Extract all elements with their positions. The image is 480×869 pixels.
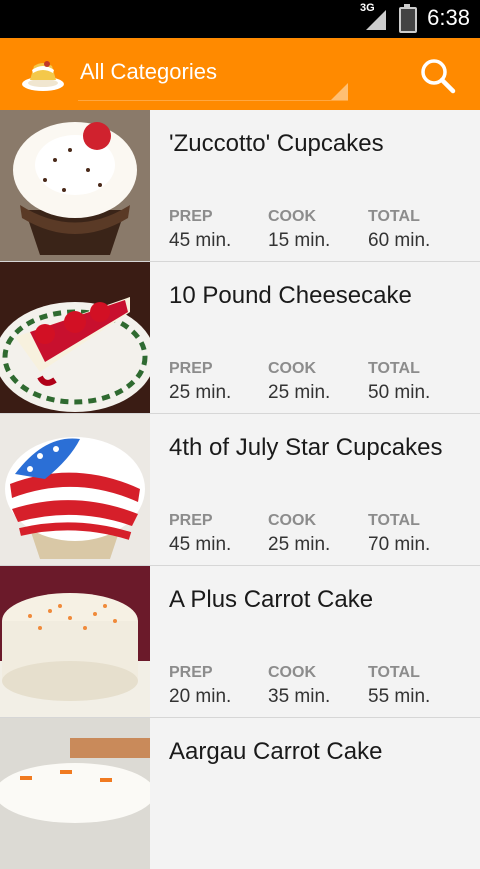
recipe-name: 10 Pound Cheesecake <box>169 282 412 309</box>
recipe-name: A Plus Carrot Cake <box>169 586 374 613</box>
recipe-thumbnail <box>0 262 150 413</box>
status-bar: 3G 6:38 <box>0 0 480 38</box>
cake-logo-icon[interactable] <box>20 54 66 94</box>
total-time: TOTAL 55 min. <box>368 664 431 707</box>
spinner-arrow-icon[interactable] <box>331 83 348 100</box>
prep-time: PREP 25 min. <box>169 360 232 403</box>
recipe-row[interactable]: Aargau Carrot Cake <box>0 718 480 869</box>
cook-time: COOK 25 min. <box>268 360 331 403</box>
recipe-row[interactable]: 4th of July Star Cupcakes PREP 45 min. CO… <box>0 414 480 566</box>
cook-time: COOK 35 min. <box>268 664 331 707</box>
cook-time: COOK 25 min. <box>268 512 331 555</box>
total-time: TOTAL 50 min. <box>368 360 431 403</box>
status-time: 6:38 <box>427 5 470 30</box>
recipe-thumbnail <box>0 110 150 261</box>
signal-icon: 3G <box>360 2 390 32</box>
total-time: TOTAL 60 min. <box>368 208 431 251</box>
recipe-name: 'Zuccotto' Cupcakes <box>169 130 384 157</box>
network-type: 3G <box>360 2 375 14</box>
category-spinner[interactable]: All Categories <box>80 59 217 85</box>
recipe-thumbnail <box>0 718 150 869</box>
battery-icon <box>399 4 417 33</box>
total-time: TOTAL 70 min. <box>368 512 431 555</box>
recipe-name: Aargau Carrot Cake <box>169 738 383 765</box>
recipe-thumbnail <box>0 566 150 717</box>
cook-time: COOK 15 min. <box>268 208 331 251</box>
recipe-row[interactable]: A Plus Carrot Cake PREP 20 min. COOK 35 mi… <box>0 566 480 718</box>
prep-time: PREP 20 min. <box>169 664 232 707</box>
recipe-name: 4th of July Star Cupcakes <box>169 434 443 461</box>
prep-time: PREP 45 min. <box>169 208 232 251</box>
search-icon[interactable] <box>418 56 458 96</box>
spinner-underline <box>78 100 348 101</box>
recipe-row[interactable]: 'Zuccotto' Cupcakes PREP 45 min. COOK 15 m… <box>0 110 480 262</box>
recipe-thumbnail <box>0 414 150 565</box>
recipe-row[interactable]: 10 Pound Cheesecake PREP 25 min. COOK 25 m… <box>0 262 480 414</box>
recipe-list: 'Zuccotto' Cupcakes PREP 45 min. COOK 15 m… <box>0 110 480 869</box>
action-bar: All Categories <box>0 38 480 110</box>
prep-time: PREP 45 min. <box>169 512 232 555</box>
